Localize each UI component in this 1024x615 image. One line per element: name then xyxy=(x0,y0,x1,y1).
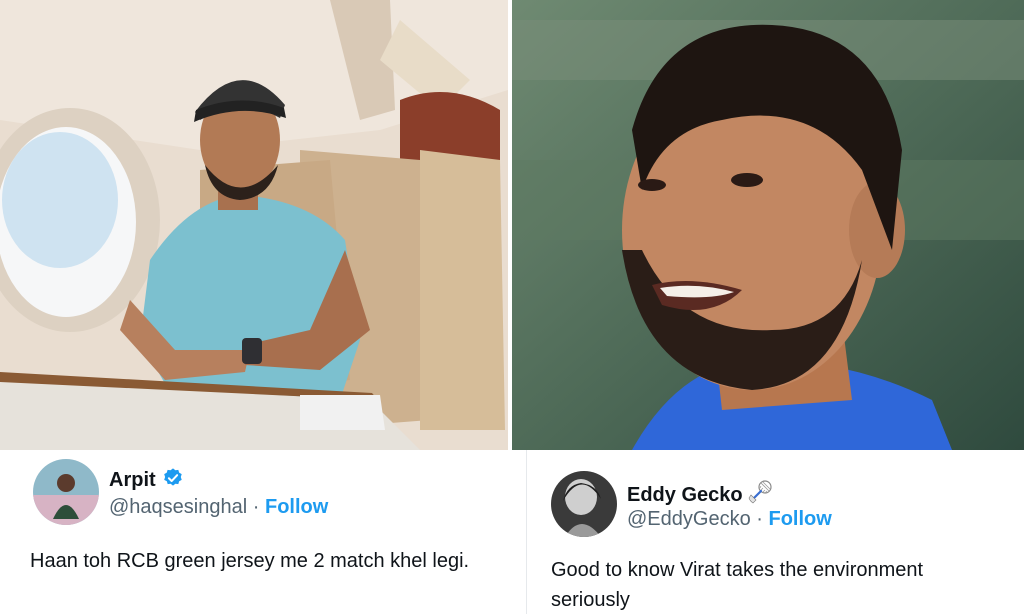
separator: · xyxy=(252,496,260,518)
verified-badge-icon xyxy=(163,468,182,486)
photo-smiling-man xyxy=(512,0,1024,450)
photo-jet-interior xyxy=(0,0,508,450)
handle-row: @haqsesinghal · Follow xyxy=(109,496,328,519)
avatar[interactable] xyxy=(33,459,99,525)
handle-row: @EddyGecko · Follow xyxy=(627,508,832,531)
follow-button[interactable]: Follow xyxy=(265,496,328,518)
tweet-divider xyxy=(516,450,526,614)
follow-button[interactable]: Follow xyxy=(769,508,832,530)
avatar[interactable] xyxy=(551,471,617,537)
tweet-card-arpit: Arpit @haqsesinghal · Follow Haan toh RC… xyxy=(0,450,516,614)
display-name[interactable]: Eddy Gecko xyxy=(627,479,773,507)
display-name[interactable]: Arpit xyxy=(109,467,184,492)
handle[interactable]: @EddyGecko xyxy=(627,508,751,530)
tweet-text: Good to know Virat takes the environment… xyxy=(551,559,924,611)
tweet-text: Haan toh RCB green jersey me 2 match khe… xyxy=(30,550,470,572)
badminton-emoji-icon xyxy=(748,480,772,504)
separator: · xyxy=(756,508,763,530)
handle[interactable]: @haqsesinghal xyxy=(109,496,247,518)
tweet-card-eddy-gecko: Eddy Gecko @EddyGecko · Follow Good to k… xyxy=(526,450,1024,614)
